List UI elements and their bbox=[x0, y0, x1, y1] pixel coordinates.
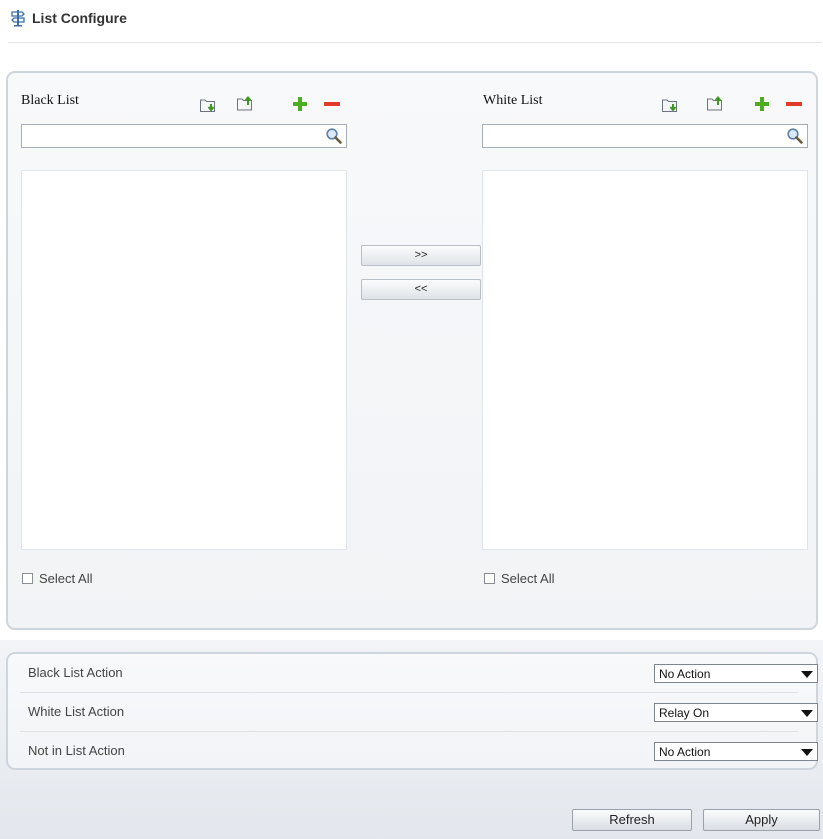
black-list-box[interactable] bbox=[21, 170, 347, 550]
search-icon[interactable] bbox=[786, 127, 804, 145]
black-list-action-select[interactable]: No Action bbox=[654, 664, 818, 683]
not-in-list-action-select[interactable]: No Action bbox=[654, 742, 818, 761]
import-icon[interactable] bbox=[661, 96, 679, 114]
remove-icon[interactable] bbox=[323, 95, 341, 113]
move-right-button[interactable]: >> bbox=[361, 245, 481, 266]
move-left-button[interactable]: << bbox=[361, 279, 481, 300]
add-icon[interactable] bbox=[753, 95, 771, 113]
black-list-select-all-label: Select All bbox=[39, 571, 93, 586]
not-in-list-action-value: No Action bbox=[659, 745, 711, 759]
import-icon[interactable] bbox=[199, 96, 217, 114]
white-list-search bbox=[482, 124, 808, 148]
not-in-list-action-row: Not in List Action No Action bbox=[20, 732, 818, 770]
not-in-list-action-label: Not in List Action bbox=[28, 743, 125, 758]
black-list-title: Black List bbox=[21, 93, 79, 108]
header-divider bbox=[8, 42, 822, 43]
white-list-action-select[interactable]: Relay On bbox=[654, 703, 818, 722]
apply-button[interactable]: Apply bbox=[703, 809, 820, 831]
export-icon[interactable] bbox=[706, 94, 724, 112]
white-list-search-input[interactable] bbox=[486, 127, 782, 145]
black-list-search-input[interactable] bbox=[25, 127, 321, 145]
white-list-title: White List bbox=[483, 93, 543, 108]
black-list-search bbox=[21, 124, 347, 148]
white-list-action-value: Relay On bbox=[659, 706, 710, 720]
black-list-action-value: No Action bbox=[659, 667, 711, 681]
export-icon[interactable] bbox=[236, 94, 254, 112]
dropdown-arrow-icon[interactable] bbox=[801, 749, 813, 756]
page-title: List Configure bbox=[32, 10, 127, 26]
black-list-select-all[interactable]: Select All bbox=[22, 571, 92, 586]
black-list-select-all-checkbox[interactable] bbox=[22, 573, 33, 585]
white-list-select-all-checkbox[interactable] bbox=[484, 573, 495, 585]
search-icon[interactable] bbox=[325, 127, 343, 145]
dropdown-arrow-icon[interactable] bbox=[801, 671, 813, 678]
page-header: List Configure bbox=[0, 0, 823, 44]
action-panel: Black List Action No Action White List A… bbox=[6, 652, 818, 770]
refresh-button[interactable]: Refresh bbox=[572, 809, 692, 831]
dropdown-arrow-icon[interactable] bbox=[801, 710, 813, 717]
black-list-action-label: Black List Action bbox=[28, 665, 123, 680]
white-list-action-label: White List Action bbox=[28, 704, 125, 719]
add-icon[interactable] bbox=[291, 95, 309, 113]
remove-icon[interactable] bbox=[785, 95, 803, 113]
white-list-select-all-label: Select All bbox=[501, 571, 555, 586]
signpost-icon bbox=[11, 10, 25, 27]
white-list-action-row: White List Action Relay On bbox=[20, 693, 818, 731]
white-list-box[interactable] bbox=[482, 170, 808, 550]
white-list-select-all[interactable]: Select All bbox=[484, 571, 554, 586]
black-list-action-row: Black List Action No Action bbox=[20, 654, 818, 692]
